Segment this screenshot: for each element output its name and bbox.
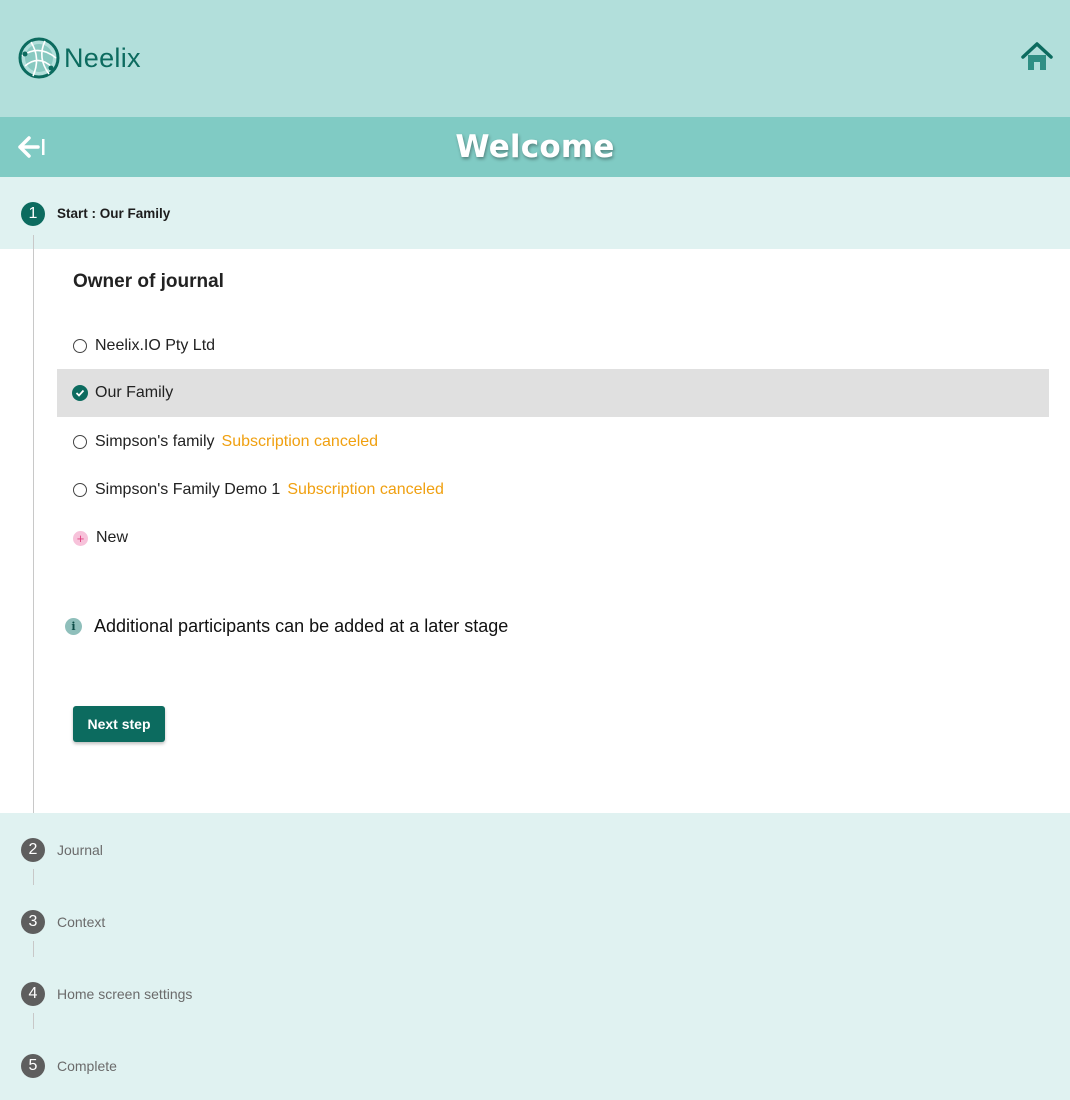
new-owner-label: New — [96, 529, 129, 546]
stepper-connector — [33, 941, 34, 957]
info-message: i Additional participants can be added a… — [65, 616, 508, 637]
step-3-number: 3 — [21, 910, 45, 934]
radio-unchecked-icon[interactable] — [73, 435, 87, 449]
step-2-label[interactable]: Journal — [57, 842, 103, 858]
owner-option-label: Neelix.IO Pty Ltd — [95, 337, 216, 354]
home-button[interactable] — [1020, 40, 1054, 74]
step-2-number: 2 — [21, 838, 45, 862]
step-4-number: 4 — [21, 982, 45, 1006]
stepper-connector — [33, 1013, 34, 1029]
stepper-connector — [33, 235, 34, 813]
stepper-connector — [33, 869, 34, 885]
plus-icon[interactable]: + — [73, 530, 88, 546]
home-icon — [1021, 42, 1053, 70]
step-1-number: 1 — [21, 202, 45, 226]
owner-option-simpsons-family[interactable]: Simpson's family Subscription canceled — [57, 418, 1049, 466]
step-1-label[interactable]: Start : Our Family — [57, 206, 170, 221]
neelix-logo-icon — [18, 37, 60, 79]
radio-checked-icon[interactable] — [72, 385, 88, 401]
info-icon: i — [65, 618, 82, 635]
step-5-number: 5 — [21, 1054, 45, 1078]
step-3-label[interactable]: Context — [57, 914, 105, 930]
owner-option-label: Our Family — [95, 384, 174, 401]
owner-option-label: Simpson's family — [95, 433, 215, 450]
owner-option-new[interactable]: + New — [57, 514, 1049, 562]
radio-unchecked-icon[interactable] — [73, 483, 87, 497]
owner-option-our-family[interactable]: Our Family — [57, 369, 1049, 417]
owner-option-neelix[interactable]: Neelix.IO Pty Ltd — [57, 322, 1049, 370]
radio-unchecked-icon[interactable] — [73, 339, 87, 353]
step-5-label[interactable]: Complete — [57, 1058, 117, 1074]
info-text: Additional participants can be added at … — [94, 616, 509, 636]
page-title: Welcome — [455, 129, 615, 165]
subscription-status: Subscription canceled — [221, 433, 379, 450]
owner-option-label: Simpson's Family Demo 1 — [95, 481, 281, 498]
brand-logo[interactable]: Neelix — [17, 36, 141, 80]
brand-name: Neelix — [64, 42, 141, 73]
step-4-label[interactable]: Home screen settings — [57, 986, 192, 1002]
owner-option-simpsons-demo[interactable]: Simpson's Family Demo 1 Subscription can… — [57, 466, 1049, 514]
step-1-content: Owner of journal Neelix.IO Pty Ltd Our F… — [0, 235, 1070, 813]
title-bar: Welcome — [0, 117, 1070, 177]
pending-steps: 2 Journal 3 Context 4 Home screen settin… — [0, 813, 1070, 1100]
top-header: Neelix — [0, 0, 1070, 117]
owner-title: Owner of journal — [73, 271, 224, 292]
subscription-status: Subscription canceled — [287, 481, 444, 498]
next-step-button[interactable]: Next step — [73, 706, 165, 742]
